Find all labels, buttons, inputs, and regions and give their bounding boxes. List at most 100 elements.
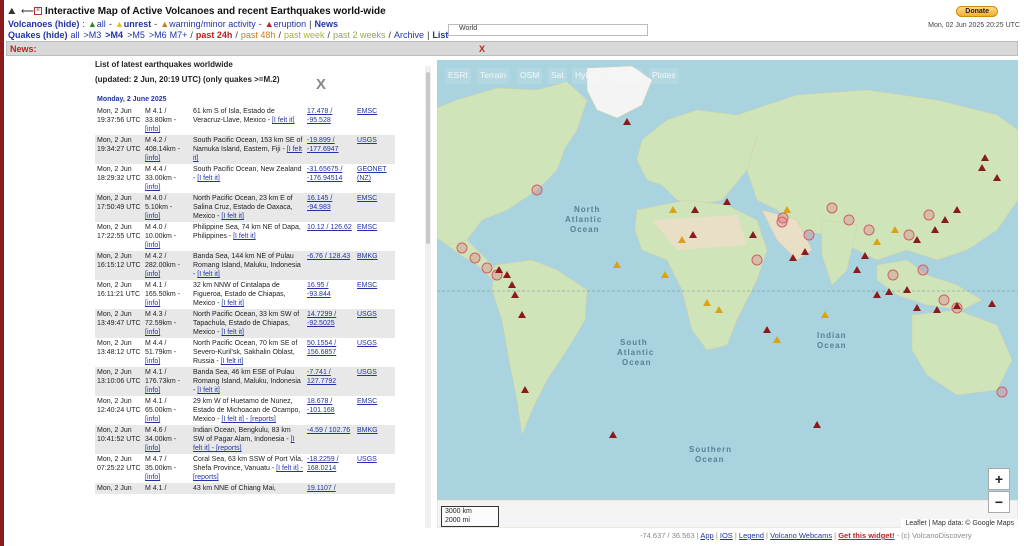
map-canvas[interactable]: North Atlantic Ocean South Atlantic Ocean In… bbox=[437, 60, 1018, 528]
quake-coords-link[interactable]: -7.741 / 127.7792 bbox=[307, 369, 336, 385]
quake-info-link[interactable]: [info] bbox=[145, 213, 160, 220]
quake-coords-link[interactable]: 18.678 / -101.168 bbox=[307, 398, 335, 414]
quake-info-link[interactable]: [info] bbox=[145, 329, 160, 336]
table-row[interactable]: Mon, 2 Jun 16:11:21 UTC M 4.1 / 165.50km … bbox=[95, 280, 395, 309]
list-close-button[interactable]: X bbox=[316, 76, 326, 93]
volcano-warning-marker[interactable] bbox=[821, 311, 829, 318]
time-filter-2weeks[interactable]: past 2 weeks bbox=[333, 30, 386, 40]
footer-link-ios[interactable]: IOS bbox=[720, 531, 733, 540]
quake-marker[interactable] bbox=[938, 294, 950, 306]
quake-coords-link[interactable]: -19.899 / -177.6947 bbox=[307, 137, 339, 153]
quake-felt-link[interactable]: [I felt it] bbox=[197, 175, 220, 182]
table-row[interactable]: Mon, 2 Jun 13:10:06 UTC M 4.1 / 176.73km … bbox=[95, 367, 395, 396]
quake-source-link[interactable]: USGS bbox=[357, 456, 377, 463]
volcano-eruption-marker[interactable] bbox=[853, 266, 861, 273]
table-row[interactable]: Mon, 2 Jun 17:50:49 UTC M 4.0 / 5.10km - [… bbox=[95, 193, 395, 222]
quake-filter-m3[interactable]: >M3 bbox=[84, 30, 102, 40]
table-row[interactable]: Mon, 2 Jun 13:49:47 UTC M 4.3 / 72.59km -… bbox=[95, 309, 395, 338]
quake-info-link[interactable]: [info] bbox=[145, 445, 160, 452]
volcano-eruption-marker[interactable] bbox=[873, 291, 881, 298]
quake-filter-all[interactable]: all bbox=[71, 30, 80, 40]
back-arrow-icon[interactable]: ⟵ bbox=[21, 6, 34, 16]
volcano-warning-marker[interactable] bbox=[661, 271, 669, 278]
quake-source-link[interactable]: EMSC bbox=[357, 398, 377, 405]
quake-coords-link[interactable]: -4.59 / 102.76 bbox=[307, 427, 350, 434]
table-row[interactable]: Mon, 2 Jun 13:48:12 UTC M 4.4 / 51.79km -… bbox=[95, 338, 395, 367]
quake-felt-link[interactable]: [I felt it] bbox=[221, 358, 244, 365]
list-link[interactable]: List bbox=[432, 30, 448, 40]
volcano-icon[interactable]: ⛰ bbox=[8, 6, 18, 16]
volcano-warning-link[interactable]: warning/minor activity bbox=[169, 19, 256, 29]
zoom-in-button[interactable]: + bbox=[988, 468, 1010, 490]
table-row[interactable]: Mon, 2 Jun 10:41:52 UTC M 4.6 / 34.00km -… bbox=[95, 425, 395, 454]
table-row[interactable]: Mon, 2 Jun 19:37:56 UTC M 4.1 / 33.80km -… bbox=[95, 106, 395, 135]
volcano-warning-marker[interactable] bbox=[773, 336, 781, 343]
quake-felt-link[interactable]: [I felt it] - [reports] bbox=[221, 416, 275, 423]
quake-source-link[interactable]: EMSC bbox=[357, 282, 377, 289]
volcano-all-link[interactable]: all bbox=[97, 19, 106, 29]
map-layer-plates[interactable]: Plates bbox=[649, 68, 679, 84]
quake-felt-link[interactable]: [I felt it] bbox=[221, 329, 244, 336]
quake-coords-link[interactable]: -6.76 / 128.43 bbox=[307, 253, 350, 260]
quake-source-link[interactable]: GEONET (NZ) bbox=[357, 166, 387, 182]
quake-info-link[interactable]: [info] bbox=[145, 300, 160, 307]
table-row[interactable]: Mon, 2 Jun 17:22:55 UTC M 4.0 / 10.00km -… bbox=[95, 222, 395, 251]
quake-info-link[interactable]: [info] bbox=[145, 387, 160, 394]
quake-filter-m6[interactable]: >M6 bbox=[149, 30, 167, 40]
quake-marker[interactable] bbox=[751, 254, 763, 266]
quake-felt-link[interactable]: [I felt it] bbox=[272, 117, 295, 124]
quake-filter-m7[interactable]: M7+ bbox=[170, 30, 188, 40]
donate-button[interactable]: Donate bbox=[956, 6, 998, 17]
quake-coords-link[interactable]: -18.2259 / 168.0214 bbox=[307, 456, 339, 472]
quake-info-link[interactable]: [info] bbox=[145, 358, 160, 365]
quake-marker[interactable] bbox=[923, 209, 935, 221]
quake-marker[interactable] bbox=[776, 216, 788, 228]
quakes-hide-link[interactable]: Quakes (hide) bbox=[8, 30, 68, 40]
map-attribution[interactable]: Leaflet | Map data: © Google Maps bbox=[901, 519, 1018, 528]
quake-coords-link[interactable]: -31.65675 / -176.94514 bbox=[307, 166, 342, 182]
quake-marker[interactable] bbox=[826, 202, 838, 214]
quake-coords-link[interactable]: 10.12 / 126.62 bbox=[307, 224, 352, 231]
quake-marker[interactable] bbox=[887, 269, 899, 281]
quake-marker[interactable] bbox=[863, 224, 875, 236]
quake-felt-link[interactable]: [I felt it] bbox=[197, 387, 220, 394]
quake-source-link[interactable]: USGS bbox=[357, 369, 377, 376]
volcano-eruption-link[interactable]: eruption bbox=[274, 19, 307, 29]
quake-marker[interactable] bbox=[481, 262, 493, 274]
map-layer-sat[interactable]: Sat bbox=[548, 68, 567, 84]
volcano-eruption-marker[interactable] bbox=[913, 304, 921, 311]
table-row[interactable]: Mon, 2 Jun M 4.1 / 43 km NNE of Chiang Mai… bbox=[95, 483, 395, 494]
quake-marker[interactable] bbox=[469, 252, 481, 264]
quake-felt-link[interactable]: [I felt it] bbox=[233, 233, 256, 240]
quake-source-link[interactable]: BMKG bbox=[357, 427, 378, 434]
table-row[interactable]: Mon, 2 Jun 16:15:12 UTC M 4.2 / 282.00km … bbox=[95, 251, 395, 280]
world-map[interactable]: North Atlantic Ocean South Atlantic Ocean In… bbox=[437, 60, 1018, 528]
volcanoes-hide-link[interactable]: Volcanoes (hide) bbox=[8, 19, 79, 29]
map-layer-hybrid[interactable]: Hybrid bbox=[572, 68, 603, 84]
quake-marker[interactable] bbox=[843, 214, 855, 226]
table-row[interactable]: Mon, 2 Jun 12:40:24 UTC M 4.1 / 65.00km -… bbox=[95, 396, 395, 425]
quake-coords-link[interactable]: 14.7299 / -92.5025 bbox=[307, 311, 336, 327]
quake-coords-link[interactable]: 16.145 / -94.983 bbox=[307, 195, 332, 211]
quake-coords-link[interactable]: 19.1107 / bbox=[307, 485, 336, 492]
quake-marker[interactable] bbox=[917, 264, 929, 276]
quake-info-link[interactable]: [info] bbox=[145, 242, 160, 249]
quake-info-link[interactable]: [info] bbox=[145, 155, 160, 162]
time-filter-week[interactable]: past week bbox=[284, 30, 325, 40]
quake-felt-link[interactable]: [I felt it] bbox=[197, 271, 220, 278]
quake-filter-m4[interactable]: >M4 bbox=[105, 30, 123, 40]
region-search-input[interactable]: World bbox=[448, 24, 648, 36]
archive-link[interactable]: Archive bbox=[394, 30, 424, 40]
volcano-unrest-link[interactable]: unrest bbox=[124, 19, 152, 29]
quake-info-link[interactable]: [info] bbox=[145, 416, 160, 423]
quake-felt-link[interactable]: [I felt it] bbox=[221, 300, 244, 307]
quake-source-link[interactable]: USGS bbox=[357, 340, 377, 347]
map-layer-streets[interactable]: Streets bbox=[609, 68, 642, 84]
quake-coords-link[interactable]: 16.95 / -93.844 bbox=[307, 282, 331, 298]
quake-info-link[interactable]: [info] bbox=[145, 184, 160, 191]
map-layer-terrain[interactable]: Terrain bbox=[477, 68, 509, 84]
table-row[interactable]: Mon, 2 Jun 18:29:32 UTC M 4.4 / 33.00km -… bbox=[95, 164, 395, 193]
volcano-eruption-marker[interactable] bbox=[813, 421, 821, 428]
quake-source-link[interactable]: EMSC bbox=[357, 195, 377, 202]
quake-source-link[interactable]: EMSC bbox=[357, 108, 377, 115]
